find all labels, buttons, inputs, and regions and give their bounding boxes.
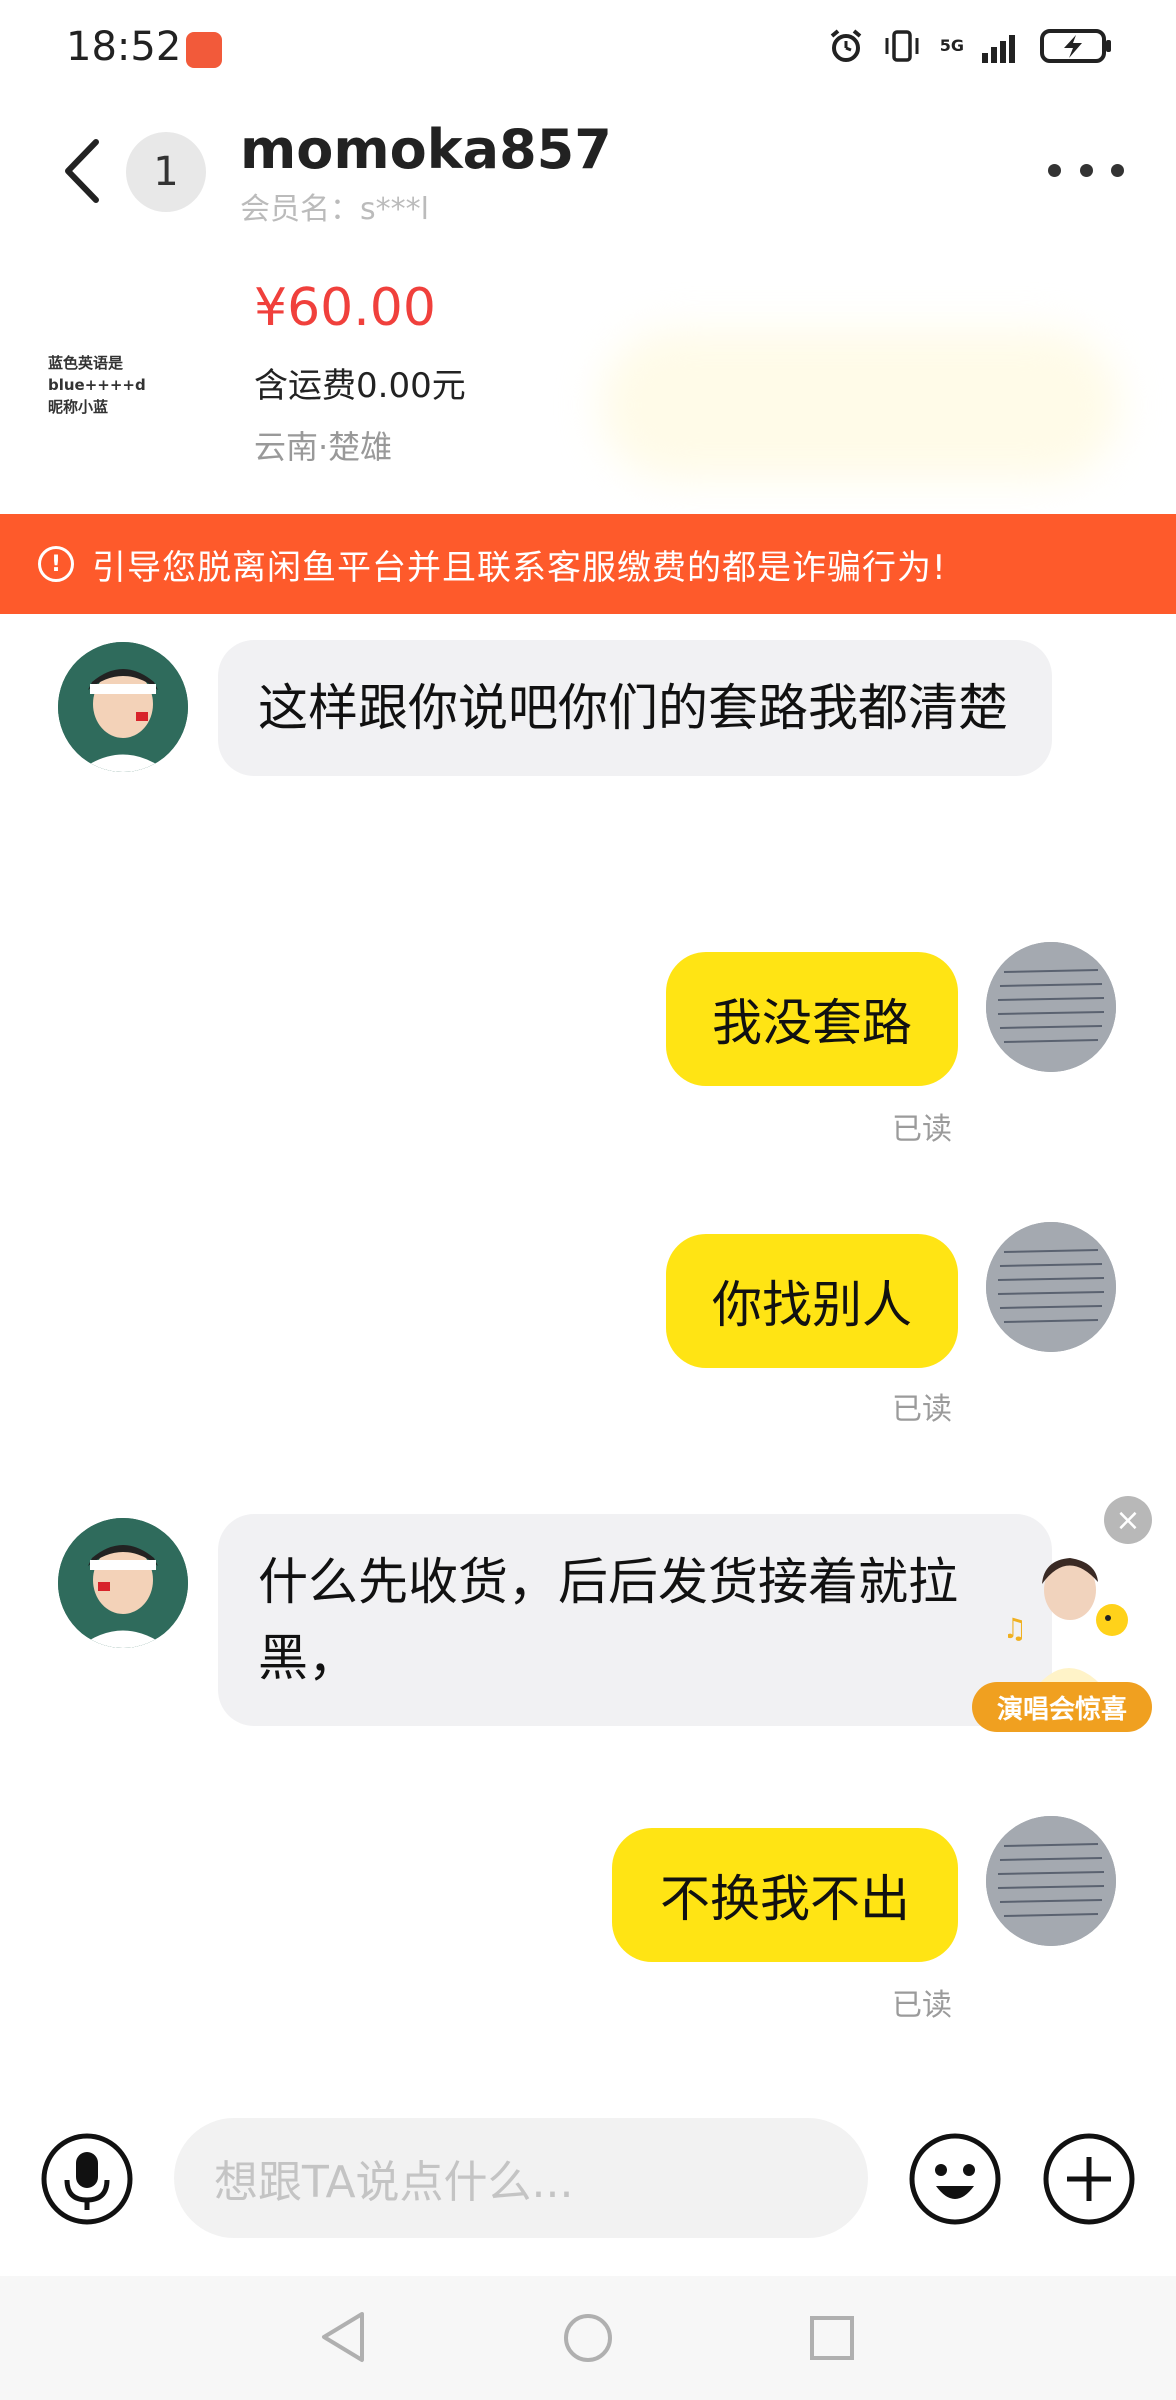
read-status: 已读 [892,1988,952,2023]
promo-label-text: 演唱会惊喜 [996,1694,1127,1725]
product-thumbnail-text: 蓝色英语是blue++++d 昵称小蓝 [48,354,146,416]
contact-avatar-image [58,642,188,772]
product-price: ¥60.00 [254,278,436,338]
nav-back-icon[interactable] [318,2308,368,2366]
contact-avatar[interactable] [58,642,188,772]
nav-home-icon[interactable] [562,2312,614,2364]
read-status: 已读 [892,1392,952,1427]
svg-text:♫: ♫ [1008,1612,1027,1645]
plus-icon[interactable] [1042,2132,1136,2226]
my-message-bubble[interactable]: 你找别人 [666,1234,958,1368]
system-nav-bar [0,2276,1176,2400]
my-avatar[interactable] [986,1816,1116,1946]
unread-count-badge[interactable]: 1 [126,132,206,212]
my-avatar[interactable] [986,1222,1116,1352]
vibrate-icon [885,30,919,62]
message-text: 什么先收货，后后发货接着就拉黑， [258,1553,958,1687]
voice-input-icon[interactable] [40,2132,134,2226]
my-message-bubble[interactable]: 我没套路 [666,952,958,1086]
status-icons: 5G [828,28,1112,64]
message-bubble[interactable]: 这样跟你说吧你们的套路我都清楚 [218,640,1052,776]
message-text: 你找别人 [712,1276,912,1334]
signal-icon [982,35,1015,63]
more-dot-icon [1111,163,1124,177]
promo-close-button[interactable]: × [1104,1496,1152,1544]
more-dot-icon [1079,163,1093,177]
fraud-warning-text: 引导您脱离闲鱼平台并且联系客服缴费的都是诈骗行为! [92,547,947,588]
back-icon[interactable] [56,136,112,206]
product-location: 云南·楚雄 [254,428,393,466]
product-thumbnail[interactable]: 蓝色英语是blue++++d 昵称小蓝 [48,330,208,418]
battery-charging-icon [1040,29,1111,63]
product-shipping: 含运费0.00元 [254,366,466,406]
message-bubble[interactable]: 什么先收货，后后发货接着就拉黑， [218,1514,1052,1726]
contact-avatar-image [58,1518,188,1648]
message-text: 我没套路 [712,994,912,1052]
message-text: 这样跟你说吧你们的套路我都清楚 [258,679,1008,737]
my-message-bubble[interactable]: 不换我不出 [612,1828,958,1962]
message-input-placeholder: 想跟TA说点什么... [214,2157,574,2208]
product-background-glow [600,330,1120,480]
promo-character-icon[interactable]: ♫ [1008,1548,1128,1698]
promo-label-button[interactable]: 演唱会惊喜 [972,1682,1152,1732]
my-avatar-image [986,1816,1116,1946]
message-input[interactable]: 想跟TA说点什么... [174,2118,868,2238]
nav-recents-icon[interactable] [808,2314,856,2362]
fraud-warning-bar: ! 引导您脱离闲鱼平台并且联系客服缴费的都是诈骗行为! [0,514,1176,614]
app-notification-icon [186,32,222,68]
chat-user-name[interactable]: momoka857 [240,118,612,181]
more-options-button[interactable] [1048,150,1124,190]
status-time: 18:52 [66,24,182,70]
member-name: 会员名：s***l [240,192,429,227]
emoji-icon[interactable] [908,2132,1002,2226]
my-avatar-image [986,942,1116,1072]
warning-icon: ! [38,546,74,582]
alarm-icon [830,29,862,62]
contact-avatar[interactable] [58,1518,188,1648]
my-avatar-image [986,1222,1116,1352]
network-type-label: 5G [939,36,964,55]
read-status: 已读 [892,1112,952,1147]
my-avatar[interactable] [986,942,1116,1072]
more-dot-icon [1048,163,1061,177]
message-text: 不换我不出 [660,1870,910,1928]
